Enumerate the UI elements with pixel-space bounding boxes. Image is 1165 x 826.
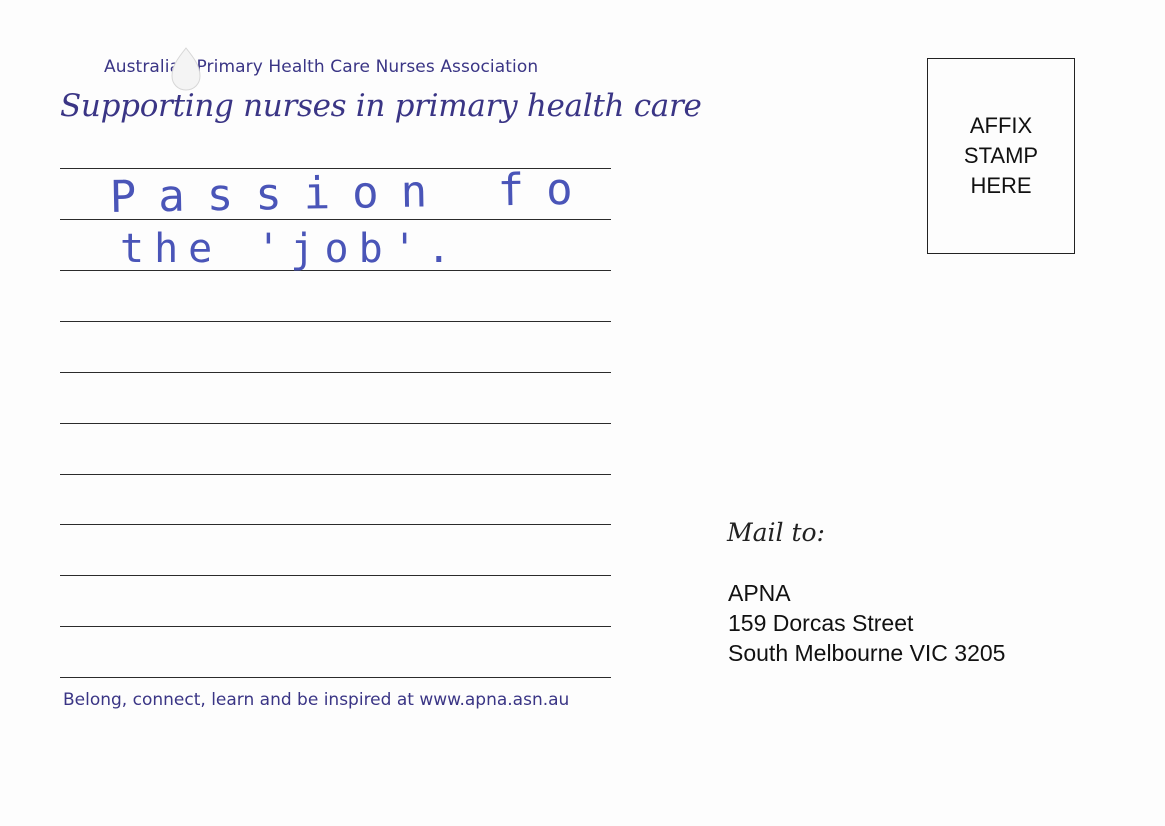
footer-text: Belong, connect, learn and be inspired a… [63, 690, 570, 710]
writing-line [60, 626, 611, 627]
postcard: Australian Primary Health Care Nurses As… [0, 0, 1165, 826]
writing-line [60, 423, 611, 424]
handwritten-message: Passion for the 'job'. [109, 163, 600, 272]
writing-lines [60, 0, 611, 700]
stamp-text-line: STAMP [963, 143, 1039, 168]
address-line: 159 Dorcas Street [728, 610, 914, 636]
address-line: APNA [728, 580, 791, 606]
stamp-box: AFFIX STAMP HERE [927, 58, 1075, 254]
handwritten-line-1: Passion for [109, 163, 600, 223]
writing-line [60, 474, 611, 475]
writing-line [60, 372, 611, 373]
address-line: South Melbourne VIC 3205 [728, 640, 1006, 666]
mail-to-label: Mail to: [727, 518, 825, 547]
stamp-text-line: HERE [970, 173, 1032, 198]
writing-line [60, 575, 611, 576]
mailing-address: APNA 159 Dorcas Street South Melbourne V… [728, 578, 1005, 668]
stamp-text-line: AFFIX [969, 113, 1033, 138]
writing-line [60, 321, 611, 322]
writing-line [60, 677, 611, 678]
writing-line [60, 524, 611, 525]
handwritten-line-2: the 'job'. [120, 226, 461, 272]
